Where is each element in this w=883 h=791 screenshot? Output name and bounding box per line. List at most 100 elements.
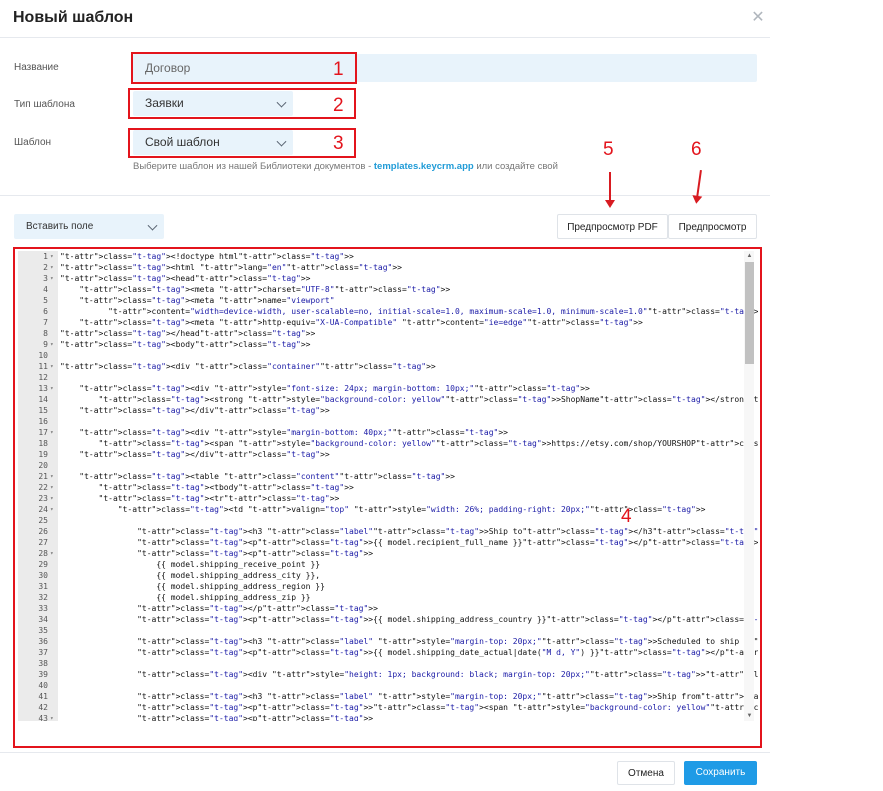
save-button[interactable]: Сохранить (684, 761, 757, 785)
template-select[interactable]: Свой шаблон (133, 130, 293, 155)
code-line[interactable]: 42 "t-attr">class="t-tag"><p"t-attr">cla… (18, 702, 758, 713)
code-line[interactable]: 4 "t-attr">class="t-tag"><meta "t-attr">… (18, 284, 758, 295)
name-input[interactable] (133, 54, 757, 82)
code-line[interactable]: 31 {{ model.shipping_address_region }} (18, 581, 758, 592)
line-number: 4 (43, 285, 48, 294)
close-icon[interactable]: ✕ (750, 10, 766, 26)
fold-toggle-icon[interactable]: ▾ (50, 383, 54, 394)
cancel-button[interactable]: Отмена (617, 761, 675, 785)
code-line[interactable]: 29 {{ model.shipping_receive_point }} (18, 559, 758, 570)
code-line[interactable]: 3 ▾ "t-attr">class="t-tag"><head"t-attr">c… (18, 273, 758, 284)
fold-toggle-icon[interactable]: ▾ (50, 713, 54, 721)
code-line[interactable]: 32 {{ model.shipping_address_zip }} (18, 592, 758, 603)
code-line[interactable]: 11 ▾ "t-attr">class="t-tag"><div "t-attr">… (18, 361, 758, 372)
code-line[interactable]: 13 ▾ "t-attr">class="t-tag"><div "t-attr"… (18, 383, 758, 394)
code-line[interactable]: 10 (18, 350, 758, 361)
line-number: 20 (38, 461, 48, 470)
fold-toggle-icon[interactable]: ▾ (50, 548, 54, 559)
line-number: 19 (38, 450, 48, 459)
code-text: "t-attr">class="t-tag"><tr"t-attr">class… (98, 494, 340, 503)
code-line[interactable]: 7 "t-attr">class="t-tag"><meta "t-attr">… (18, 317, 758, 328)
code-text: {{ model.shipping_address_city }}, (60, 571, 321, 580)
line-number: 41 (38, 692, 48, 701)
code-line[interactable]: 12 (18, 372, 758, 383)
code-text: "t-attr">class="t-tag"><tbody"t-attr">cl… (98, 483, 354, 492)
code-line[interactable]: 33 "t-attr">class="t-tag"></p"t-attr">cl… (18, 603, 758, 614)
line-number: 30 (38, 571, 48, 580)
name-field[interactable] (133, 54, 757, 82)
code-line[interactable]: 30 {{ model.shipping_address_city }}, (18, 570, 758, 581)
code-line[interactable]: 6 "t-attr">content="width=device-width, … (18, 306, 758, 317)
line-number: 6 (43, 307, 48, 316)
fold-toggle-icon[interactable]: ▾ (50, 361, 54, 372)
code-line[interactable]: 17 ▾ "t-attr">class="t-tag"><div "t-attr"… (18, 427, 758, 438)
code-text: "t-attr">class="t-tag"><html "t-attr">la… (60, 263, 402, 272)
code-line[interactable]: 19 "t-attr">class="t-tag"></div"t-attr">… (18, 449, 758, 460)
code-line[interactable]: 9 ▾ "t-attr">class="t-tag"><body"t-attr">c… (18, 339, 758, 350)
line-number: 26 (38, 527, 48, 536)
fold-toggle-icon[interactable]: ▾ (50, 504, 54, 515)
annotation-arrow-5 (605, 172, 615, 208)
code-line[interactable]: 8 "t-attr">class="t-tag"></head"t-attr">c… (18, 328, 758, 339)
code-line[interactable]: 40 (18, 680, 758, 691)
code-text: "t-attr">class="t-tag"><!doctype html"t-… (60, 252, 354, 261)
scroll-up-icon[interactable]: ▲ (745, 252, 754, 260)
code-line[interactable]: 43 ▾ "t-attr">class="t-tag"><p"t-attr">cl… (18, 713, 758, 721)
line-number: 23 (38, 494, 48, 503)
code-line[interactable]: 23 ▾ "t-attr">class="t-tag"><tr"t-attr">c… (18, 493, 758, 504)
code-line[interactable]: 24 ▾ "t-attr">class="t-tag"><td "t-attr">… (18, 504, 758, 515)
line-number: 15 (38, 406, 48, 415)
code-text: {{ model.shipping_address_zip }} (60, 593, 311, 602)
code-line[interactable]: 39 "t-attr">class="t-tag"><div "t-attr">… (18, 669, 758, 680)
code-editor[interactable]: 1 ▾ "t-attr">class="t-tag"><!doctype html"… (18, 251, 758, 721)
scrollbar-thumb[interactable] (745, 262, 754, 364)
preview-pdf-button[interactable]: Предпросмотр PDF (557, 214, 668, 239)
code-line[interactable]: 20 (18, 460, 758, 471)
fold-toggle-icon[interactable]: ▾ (50, 427, 54, 438)
code-line[interactable]: 27 "t-attr">class="t-tag"><p"t-attr">cla… (18, 537, 758, 548)
code-line[interactable]: 35 (18, 625, 758, 636)
fold-toggle-icon[interactable]: ▾ (50, 273, 54, 284)
scroll-down-icon[interactable]: ▼ (745, 712, 754, 720)
code-line[interactable]: 22 ▾ "t-attr">class="t-tag"><tbody"t-attr… (18, 482, 758, 493)
code-line[interactable]: 15 "t-attr">class="t-tag"></div"t-attr">… (18, 405, 758, 416)
code-line[interactable]: 34 "t-attr">class="t-tag"><p"t-attr">cla… (18, 614, 758, 625)
code-line[interactable]: 37 "t-attr">class="t-tag"><p"t-attr">cla… (18, 647, 758, 658)
code-text: "t-attr">class="t-tag"></head"t-attr">cl… (60, 329, 316, 338)
code-line[interactable]: 2 ▾ "t-attr">class="t-tag"><html "t-attr">… (18, 262, 758, 273)
code-line[interactable]: 14 "t-attr">class="t-tag"><strong "t-att… (18, 394, 758, 405)
code-text: "t-attr">class="t-tag"><body"t-attr">cla… (60, 340, 311, 349)
code-line[interactable]: 18 "t-attr">class="t-tag"><span "t-attr"… (18, 438, 758, 449)
code-text: "t-attr">class="t-tag"></div"t-attr">cla… (79, 406, 330, 415)
line-number: 16 (38, 417, 48, 426)
line-number: 9 (43, 340, 48, 349)
code-line[interactable]: 5 "t-attr">class="t-tag"><meta "t-attr">… (18, 295, 758, 306)
fold-toggle-icon[interactable]: ▾ (50, 493, 54, 504)
code-lines[interactable]: 1 ▾ "t-attr">class="t-tag"><!doctype html"… (18, 251, 758, 721)
code-line[interactable]: 36 "t-attr">class="t-tag"><h3 "t-attr">c… (18, 636, 758, 647)
fold-toggle-icon[interactable]: ▾ (50, 251, 54, 262)
fold-toggle-icon[interactable]: ▾ (50, 471, 54, 482)
templates-library-link[interactable]: templates.keycrm.app (374, 161, 474, 172)
code-line[interactable]: 28 ▾ "t-attr">class="t-tag"><p"t-attr">cl… (18, 548, 758, 559)
code-text: "t-attr">class="t-tag"><div "t-attr">sty… (137, 670, 758, 679)
code-line[interactable]: 41 "t-attr">class="t-tag"><h3 "t-attr">c… (18, 691, 758, 702)
code-line[interactable]: 25 (18, 515, 758, 526)
code-line[interactable]: 1 ▾ "t-attr">class="t-tag"><!doctype html"… (18, 251, 758, 262)
code-line[interactable]: 26 "t-attr">class="t-tag"><h3 "t-attr">c… (18, 526, 758, 537)
template-type-select[interactable]: Заявки (133, 91, 293, 116)
preview-button[interactable]: Предпросмотр (668, 214, 757, 239)
code-line[interactable]: 38 (18, 658, 758, 669)
line-number: 3 (43, 274, 48, 283)
line-number: 1 (43, 252, 48, 261)
code-text: "t-attr">class="t-tag"><strong "t-attr">… (98, 395, 758, 404)
line-number: 2 (43, 263, 48, 272)
fold-toggle-icon[interactable]: ▾ (50, 339, 54, 350)
fold-toggle-icon[interactable]: ▾ (50, 262, 54, 273)
code-line[interactable]: 16 (18, 416, 758, 427)
insert-field-select[interactable]: Вставить поле (14, 214, 164, 239)
fold-toggle-icon[interactable]: ▾ (50, 482, 54, 493)
line-number: 38 (38, 659, 48, 668)
template-hint: Выберите шаблон из нашей Библиотеки доку… (133, 161, 558, 172)
code-line[interactable]: 21 ▾ "t-attr">class="t-tag"><table "t-att… (18, 471, 758, 482)
